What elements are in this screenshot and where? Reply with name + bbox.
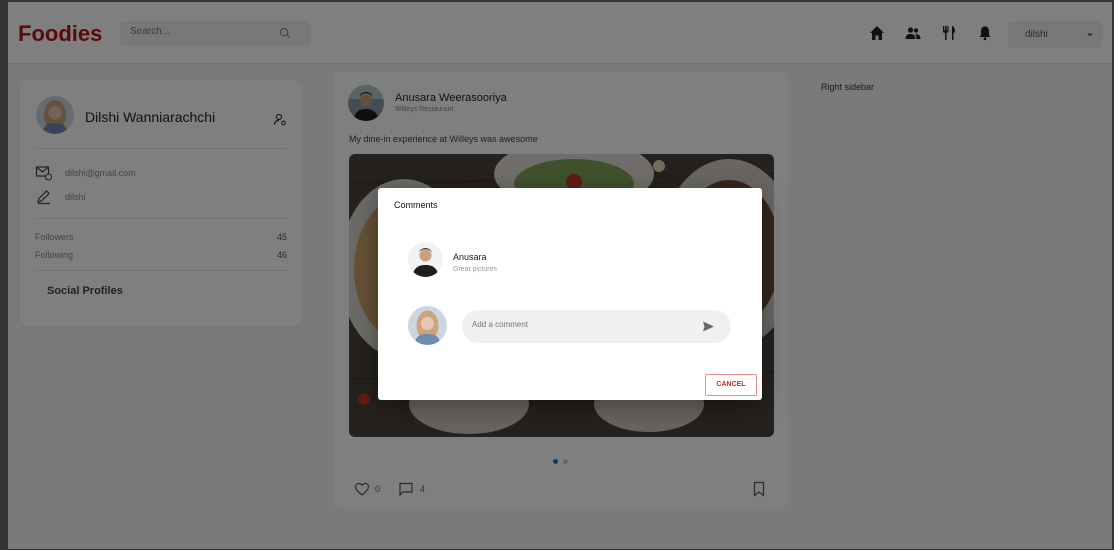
cancel-button[interactable]: CANCEL	[705, 374, 757, 396]
dialog-title: Comments	[394, 200, 438, 210]
commenter-photo	[408, 242, 443, 277]
comment-text: Great pictures	[453, 266, 497, 273]
comment-input-box[interactable]	[462, 310, 731, 343]
current-user-photo	[408, 306, 447, 345]
app-window: Foodies	[0, 0, 1114, 550]
comment-author: Anusara	[453, 252, 487, 262]
send-icon[interactable]	[702, 320, 715, 333]
current-user-avatar	[408, 306, 447, 345]
comments-dialog: Comments Anusara Great pictures Add a co…	[378, 188, 762, 400]
comment-input[interactable]	[472, 320, 672, 329]
commenter-avatar[interactable]	[408, 242, 443, 277]
